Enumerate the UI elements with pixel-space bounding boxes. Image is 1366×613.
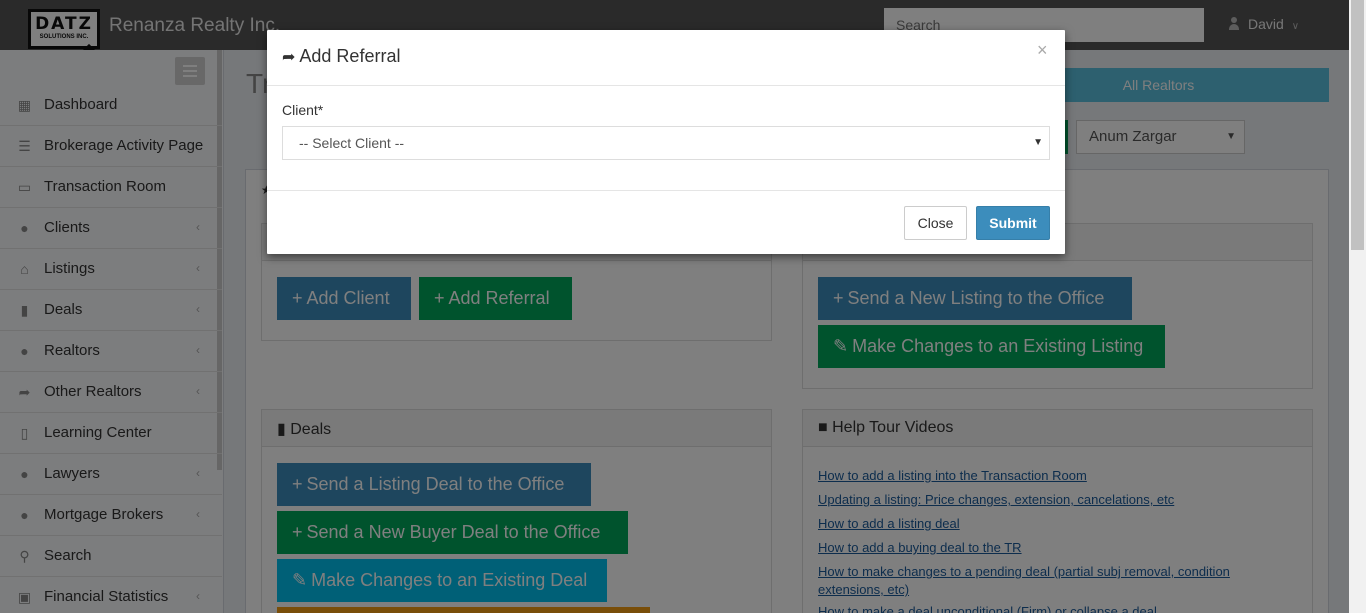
client-select-value: -- Select Client -- xyxy=(299,135,405,151)
modal-divider xyxy=(267,85,1065,86)
modal-title: ➦ Add Referral xyxy=(282,46,400,67)
modal-divider xyxy=(267,190,1065,191)
page-scrollbar[interactable] xyxy=(1349,0,1366,613)
caret-down-icon: ▼ xyxy=(1033,137,1043,148)
close-icon[interactable]: × xyxy=(1037,40,1048,61)
submit-button[interactable]: Submit xyxy=(976,206,1050,240)
client-select[interactable]: -- Select Client -- ▼ xyxy=(282,126,1050,160)
client-field-label: Client* xyxy=(282,102,324,118)
modal-title-text: Add Referral xyxy=(299,46,401,66)
close-button[interactable]: Close xyxy=(904,206,967,240)
share-icon: ➦ xyxy=(282,49,296,66)
add-referral-modal: ➦ Add Referral × Client* -- Select Client… xyxy=(267,30,1065,254)
page-scrollbar-thumb[interactable] xyxy=(1351,0,1364,250)
